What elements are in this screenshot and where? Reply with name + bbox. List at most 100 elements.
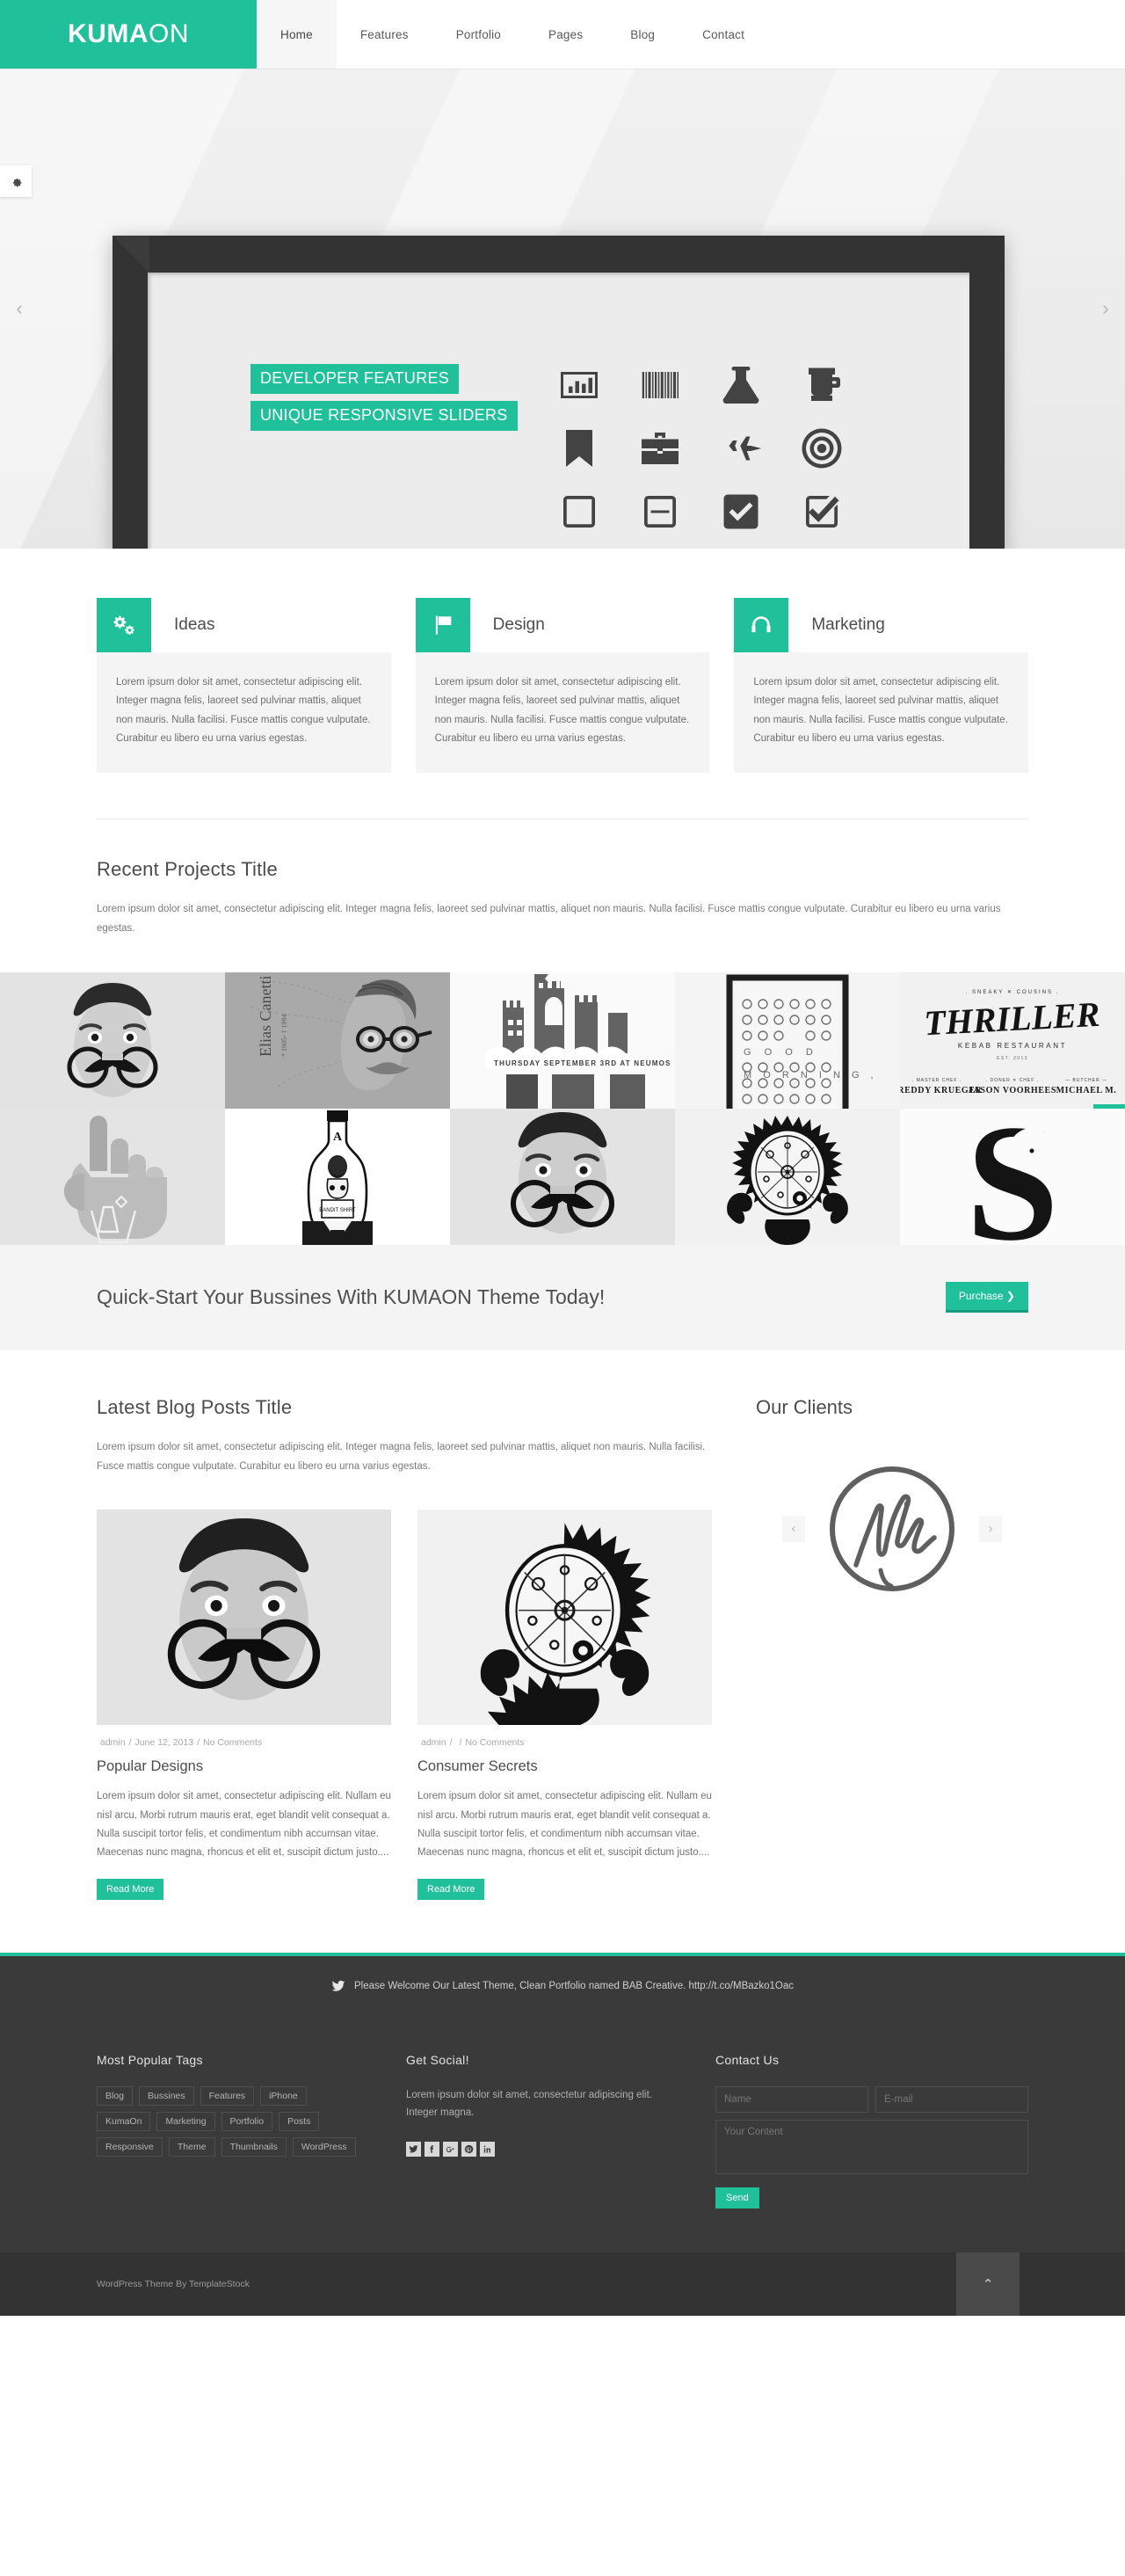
hand-sign-artwork [0,1108,225,1245]
portfolio-item-letter-s-typography[interactable]: S [900,1108,1125,1245]
contact-name-input[interactable] [715,2085,868,2113]
portfolio-item-castle-gig-poster[interactable]: THURSDAY SEPTEMBER 3RD AT NEUMOS [450,971,675,1109]
virgin-logo [830,1466,954,1591]
googleplus-icon [446,2146,454,2153]
feature-icon-box [734,598,789,652]
blog-post-title[interactable]: Consumer Secrets [417,1748,712,1775]
check-square-filled-icon [723,494,758,529]
portfolio-item-dali-portrait-monocle[interactable] [0,971,225,1109]
blog-post-date: June 12, 2013 [134,1737,194,1749]
tag-item[interactable]: KumaOn [97,2111,151,2131]
blog-post-thumbnail[interactable] [417,1510,712,1726]
clients-title: Our Clients [756,1395,853,1418]
bar-chart-icon [561,372,598,398]
nav-item-features[interactable]: Features [337,0,432,69]
portfolio-item-mandala-ornament-print[interactable] [675,1108,900,1245]
headphones-icon [751,616,771,633]
svg-text:BANDIT SHIRT: BANDIT SHIRT [319,1208,356,1213]
footer-social-title: Get Social! [406,2052,469,2067]
bottle-artwork: A BANDIT SHIRT [225,1108,450,1245]
svg-text:. SNEAKY ✕ COUSINS .: . SNEAKY ✕ COUSINS . [966,990,1060,995]
feature-icon-box [415,598,470,652]
portfolio-item-good-morning-icon-poster[interactable]: G O O D M O R N I N G , [675,971,900,1109]
svg-text:M O R N I N G ,: M O R N I N G , [744,1070,878,1081]
portfolio-item-dali-portrait-monocle-2[interactable] [450,1108,675,1245]
social-link-pinterest[interactable] [461,2141,476,2157]
recent-projects-text: Lorem ipsum dolor sit amet, consectetur … [97,904,1001,934]
clients-prev-button[interactable]: ‹ [782,1515,805,1542]
nav-item-blog[interactable]: Blog [606,0,679,69]
tag-item[interactable]: Theme [168,2136,215,2157]
blog-post-author: admin [421,1737,446,1749]
blog-clients-section: Latest Blog Posts Title Lorem ipsum dolo… [0,1350,1125,1953]
read-more-button[interactable]: Read More [97,1878,164,1900]
svg-text:THURSDAY SEPTEMBER 3RD AT: THURSDAY SEPTEMBER 3RD AT NEUMOS [494,1059,671,1067]
site-logo[interactable]: KUMA ON [0,0,257,69]
svg-text:. DONER ✕ CHEF .: . DONER ✕ CHEF . [986,1078,1039,1083]
tweet-text: Please Welcome Our Latest Theme, Clean P… [353,1980,795,1991]
feature-text: Lorem ipsum dolor sit amet, consectetur … [97,652,391,774]
bookmark-icon [566,430,592,467]
scroll-to-top-button[interactable]: ⌃ [956,2252,1020,2316]
portfolio-item-thriller-kebab-logo[interactable]: . SNEAKY ✕ COUSINS . THRILLER KEBAB REST… [900,971,1125,1109]
slider-next-button[interactable]: › [1097,295,1114,322]
portfolio-item-hand-sign-photo[interactable] [0,1108,225,1245]
theme-settings-button[interactable] [0,165,32,197]
clients-column: Our Clients ‹ › [756,1396,1028,1900]
blog-post-thumbnail[interactable] [97,1510,391,1726]
tag-item[interactable]: Marketing [156,2111,215,2131]
cta-banner: Quick-Start Your Bussines With KUMAON Th… [0,1244,1125,1350]
tag-item[interactable]: Responsive [97,2136,163,2157]
page-root: KUMA ON Home Features Portfolio Pages Blo… [0,0,1125,2316]
tag-item[interactable]: iPhone [260,2085,307,2106]
portfolio-grid: Elias Canetti * 1905- † 1994 THURSDAY SE… [0,971,1125,1245]
nav-item-contact[interactable]: Contact [679,0,768,69]
social-link-facebook[interactable] [425,2141,439,2157]
tag-item[interactable]: Posts [279,2111,320,2131]
nav-item-pages[interactable]: Pages [525,0,606,69]
contact-message-textarea[interactable] [715,2119,1028,2174]
blog-post: admin / / No Comments Consumer Secrets Lore… [417,1510,712,1900]
site-header: KUMA ON Home Features Portfolio Pages Blo… [0,0,1125,69]
clients-next-button[interactable]: › [979,1515,1002,1542]
blog-post-excerpt: Lorem ipsum dolor sit amet, consectetur … [417,1791,712,1859]
nav-item-portfolio[interactable]: Portfolio [432,0,525,69]
tag-item[interactable]: Blog [97,2085,134,2106]
tag-item[interactable]: Thumbnails [221,2136,287,2157]
svg-text:— BUTCHER —: — BUTCHER — [1065,1078,1107,1083]
tag-item[interactable]: WordPress [292,2136,356,2157]
hero-slider: ‹ › DEVELOPER FEATURES UNIQUE RESPONSIVE… [0,69,1125,549]
portfolio-item-bottle-illustration[interactable]: A BANDIT SHIRT [225,1108,450,1245]
feature-text: Lorem ipsum dolor sit amet, consectetur … [415,652,710,774]
tag-item[interactable]: Portfolio [221,2111,273,2131]
social-link-twitter[interactable] [406,2141,421,2157]
twitter-icon [331,1980,345,1991]
slider-prev-button[interactable]: ‹ [11,295,28,322]
blog-post-title[interactable]: Popular Designs [97,1748,391,1775]
footer-tags-column: Most Popular Tags Blog Bussines Features… [97,2053,366,2209]
purchase-button[interactable]: Purchase ❯ [945,1282,1028,1313]
feature-header: Marketing [734,598,1028,652]
feature-title: Design [492,615,545,634]
tag-item[interactable]: Features [200,2085,255,2106]
nav-item-home[interactable]: Home [257,0,337,69]
read-more-button[interactable]: Read More [417,1878,485,1900]
feature-title: Ideas [174,615,215,634]
contact-email-input[interactable] [875,2085,1028,2113]
portfolio-next-button[interactable]: › [1093,1103,1125,1109]
blog-post-meta: admin / / No Comments [417,1725,712,1748]
logo-light: ON [149,19,189,48]
pinterest-icon [464,2144,474,2153]
svg-text:MICHAEL M.: MICHAEL M. [1056,1086,1117,1095]
mandala-thumb [417,1510,712,1726]
flag-icon [435,615,452,635]
tag-item[interactable]: Bussines [139,2085,194,2106]
portfolio-item-elias-canetti-illustration[interactable]: Elias Canetti * 1905- † 1994 [225,971,450,1109]
feature-card-marketing: Marketing Lorem ipsum dolor sit amet, co… [734,598,1029,774]
slide-captions: DEVELOPER FEATURES UNIQUE RESPONSIVE SLI… [250,364,518,438]
social-link-googleplus[interactable] [443,2141,458,2157]
recent-projects-title: Recent Projects Title [97,858,278,881]
contact-send-button[interactable]: Send [715,2187,759,2209]
social-link-linkedin[interactable] [480,2141,495,2157]
facebook-icon [430,2145,434,2153]
